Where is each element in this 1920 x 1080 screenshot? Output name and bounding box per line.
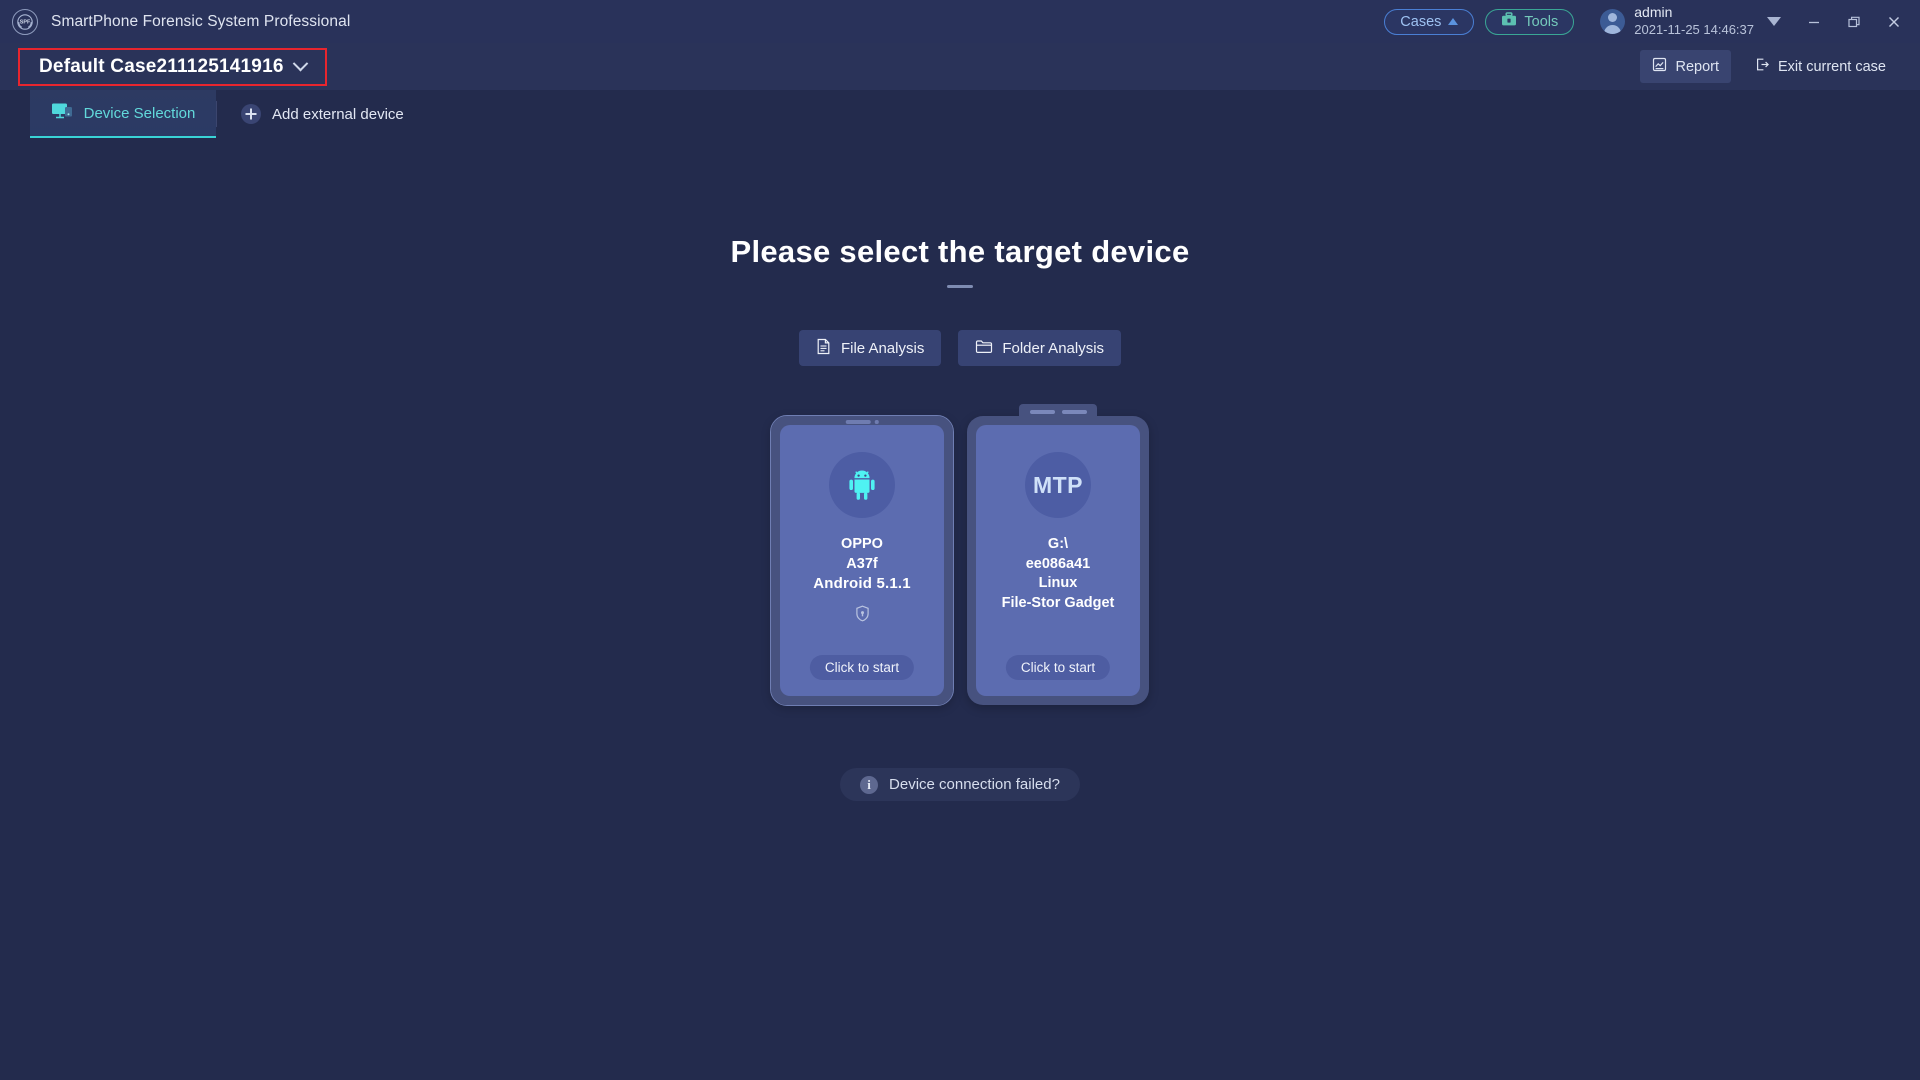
tab-bar: Device Selection Add external device (0, 90, 1920, 138)
device-line: Linux (1038, 575, 1078, 592)
device-card-mtp[interactable]: MTP G:\ ee086a41 Linux File-Stor Gadget … (967, 404, 1149, 705)
caret-down-icon (1767, 17, 1781, 26)
exit-current-case-button[interactable]: Exit current case (1743, 50, 1898, 83)
page-title: Please select the target device (730, 234, 1190, 269)
cases-label: Cases (1400, 13, 1442, 30)
folder-icon (975, 338, 993, 358)
device-card-body: OPPO A37f Android 5.1.1 Click to start (780, 425, 944, 696)
device-line: Android 5.1.1 (813, 575, 911, 593)
tools-button[interactable]: Tools (1485, 8, 1575, 35)
plus-circle-icon (241, 104, 261, 124)
case-selector[interactable]: Default Case211125141916 (18, 47, 327, 86)
click-to-start-button[interactable]: Click to start (809, 655, 915, 680)
report-button[interactable]: Report (1640, 50, 1731, 83)
device-info-lines: OPPO A37f Android 5.1.1 (807, 535, 917, 594)
case-bar: Default Case211125141916 Report Exit cur… (0, 43, 1920, 90)
tools-label: Tools (1524, 13, 1559, 30)
user-name: admin (1634, 4, 1673, 21)
device-info-lines: G:\ ee086a41 Linux File-Stor Gadget (996, 535, 1121, 613)
minimize-button[interactable] (1794, 0, 1834, 43)
chevron-down-icon (292, 55, 308, 72)
phone-speaker-decor (845, 420, 879, 424)
device-card-android[interactable]: OPPO A37f Android 5.1.1 Click to start (770, 415, 954, 706)
device-connection-failed-link[interactable]: i Device connection failed? (840, 768, 1080, 801)
device-card-wrapper: OPPO A37f Android 5.1.1 Click to start (770, 415, 954, 706)
cases-button[interactable]: Cases (1384, 8, 1475, 35)
file-analysis-button[interactable]: File Analysis (798, 330, 942, 366)
report-icon (1652, 57, 1667, 76)
tab-device-selection-label: Device Selection (83, 104, 196, 122)
restore-button[interactable] (1834, 0, 1874, 43)
device-line: A37f (846, 555, 878, 572)
monitor-icon (51, 102, 73, 125)
device-line: ee086a41 (1025, 555, 1091, 572)
device-line: OPPO (841, 536, 883, 552)
toolbox-icon (1501, 12, 1517, 31)
caret-up-icon (1448, 18, 1459, 25)
main-content: Please select the target device File Ana… (0, 138, 1920, 1080)
title-underline (947, 285, 973, 288)
add-external-device-button[interactable]: Add external device (217, 90, 428, 138)
report-label: Report (1675, 58, 1719, 75)
device-card-list: OPPO A37f Android 5.1.1 Click to start M… (770, 404, 1149, 706)
dropdown-button[interactable] (1754, 0, 1794, 43)
mtp-badge-label: MTP (1032, 471, 1084, 498)
device-line: File-Stor Gadget (1001, 594, 1115, 611)
folder-analysis-label: Folder Analysis (1002, 339, 1105, 357)
spf-emblem-icon: SPF (12, 8, 38, 35)
mtp-text-icon: MTP (1025, 452, 1091, 518)
device-card-body: MTP G:\ ee086a41 Linux File-Stor Gadget … (976, 425, 1140, 696)
file-analysis-label: File Analysis (840, 339, 925, 357)
exit-icon (1755, 57, 1770, 76)
usb-connector-decor (1019, 404, 1097, 420)
device-card-wrapper: MTP G:\ ee086a41 Linux File-Stor Gadget … (967, 404, 1149, 705)
click-to-start-button[interactable]: Click to start (1005, 655, 1111, 680)
shield-lock-icon (855, 605, 870, 627)
exit-label: Exit current case (1778, 58, 1886, 75)
android-robot-icon (829, 452, 895, 518)
device-connection-failed-label: Device connection failed? (889, 776, 1060, 793)
tab-device-selection[interactable]: Device Selection (30, 90, 216, 138)
device-line: G:\ (1047, 536, 1069, 552)
user-block[interactable]: admin 2021-11-25 14:46:37 (1600, 4, 1754, 39)
file-document-icon (816, 338, 832, 359)
avatar (1600, 9, 1626, 34)
analysis-buttons: File Analysis Folder Analysis (798, 330, 1122, 366)
app-title: SmartPhone Forensic System Professional (51, 12, 351, 30)
case-bar-actions: Report Exit current case (1640, 50, 1920, 83)
datetime-label: 2021-11-25 14:46:37 (1634, 22, 1754, 38)
title-bar: SPF SmartPhone Forensic System Professio… (0, 0, 1920, 43)
add-external-device-label: Add external device (272, 105, 404, 123)
folder-analysis-button[interactable]: Folder Analysis (958, 330, 1122, 366)
info-icon: i (860, 775, 879, 794)
title-bar-right: Cases Tools admin 2021-11-25 14:46:37 (1384, 0, 1920, 43)
close-button[interactable] (1874, 0, 1914, 43)
case-name: Default Case211125141916 (39, 55, 284, 77)
svg-text:SPF: SPF (20, 19, 31, 25)
